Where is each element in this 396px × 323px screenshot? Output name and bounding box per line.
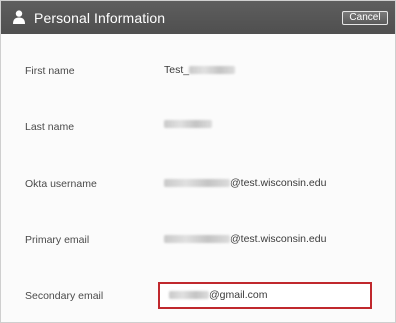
okta-username-domain: @test.wisconsin.edu — [230, 177, 327, 189]
cancel-button[interactable]: Cancel — [342, 11, 388, 25]
panel-header: Personal Information Cancel — [1, 1, 395, 34]
primary-email-label: Primary email — [25, 234, 90, 246]
primary-email-domain: @test.wisconsin.edu — [230, 233, 327, 245]
okta-username-label: Okta username — [25, 178, 97, 190]
redacted-text — [169, 291, 209, 299]
first-name-value: Test_ — [164, 64, 236, 76]
okta-username-row: Okta username @test.wisconsin.edu — [1, 175, 395, 195]
last-name-label: Last name — [25, 121, 75, 133]
person-icon — [13, 10, 25, 24]
redacted-text — [164, 235, 230, 243]
secondary-email-input[interactable]: @gmail.com — [169, 289, 268, 301]
redacted-text — [164, 120, 212, 128]
okta-username-value: @test.wisconsin.edu — [164, 177, 326, 189]
last-name-value — [164, 120, 212, 128]
secondary-email-domain: @gmail.com — [209, 289, 268, 301]
last-name-row: Last name — [1, 118, 395, 138]
primary-email-row: Primary email @test.wisconsin.edu — [1, 231, 395, 251]
primary-email-value: @test.wisconsin.edu — [164, 233, 326, 245]
secondary-email-field[interactable]: @gmail.com — [158, 282, 372, 309]
secondary-email-label: Secondary email — [25, 290, 104, 302]
first-name-label: First name — [25, 65, 75, 77]
first-name-row: First name Test_ — [1, 62, 395, 82]
first-name-text: Test_ — [164, 64, 190, 76]
panel-title: Personal Information — [34, 10, 166, 26]
redacted-text — [164, 179, 230, 187]
redacted-text — [189, 66, 236, 74]
personal-information-panel: Personal Information Cancel First name T… — [0, 0, 396, 323]
